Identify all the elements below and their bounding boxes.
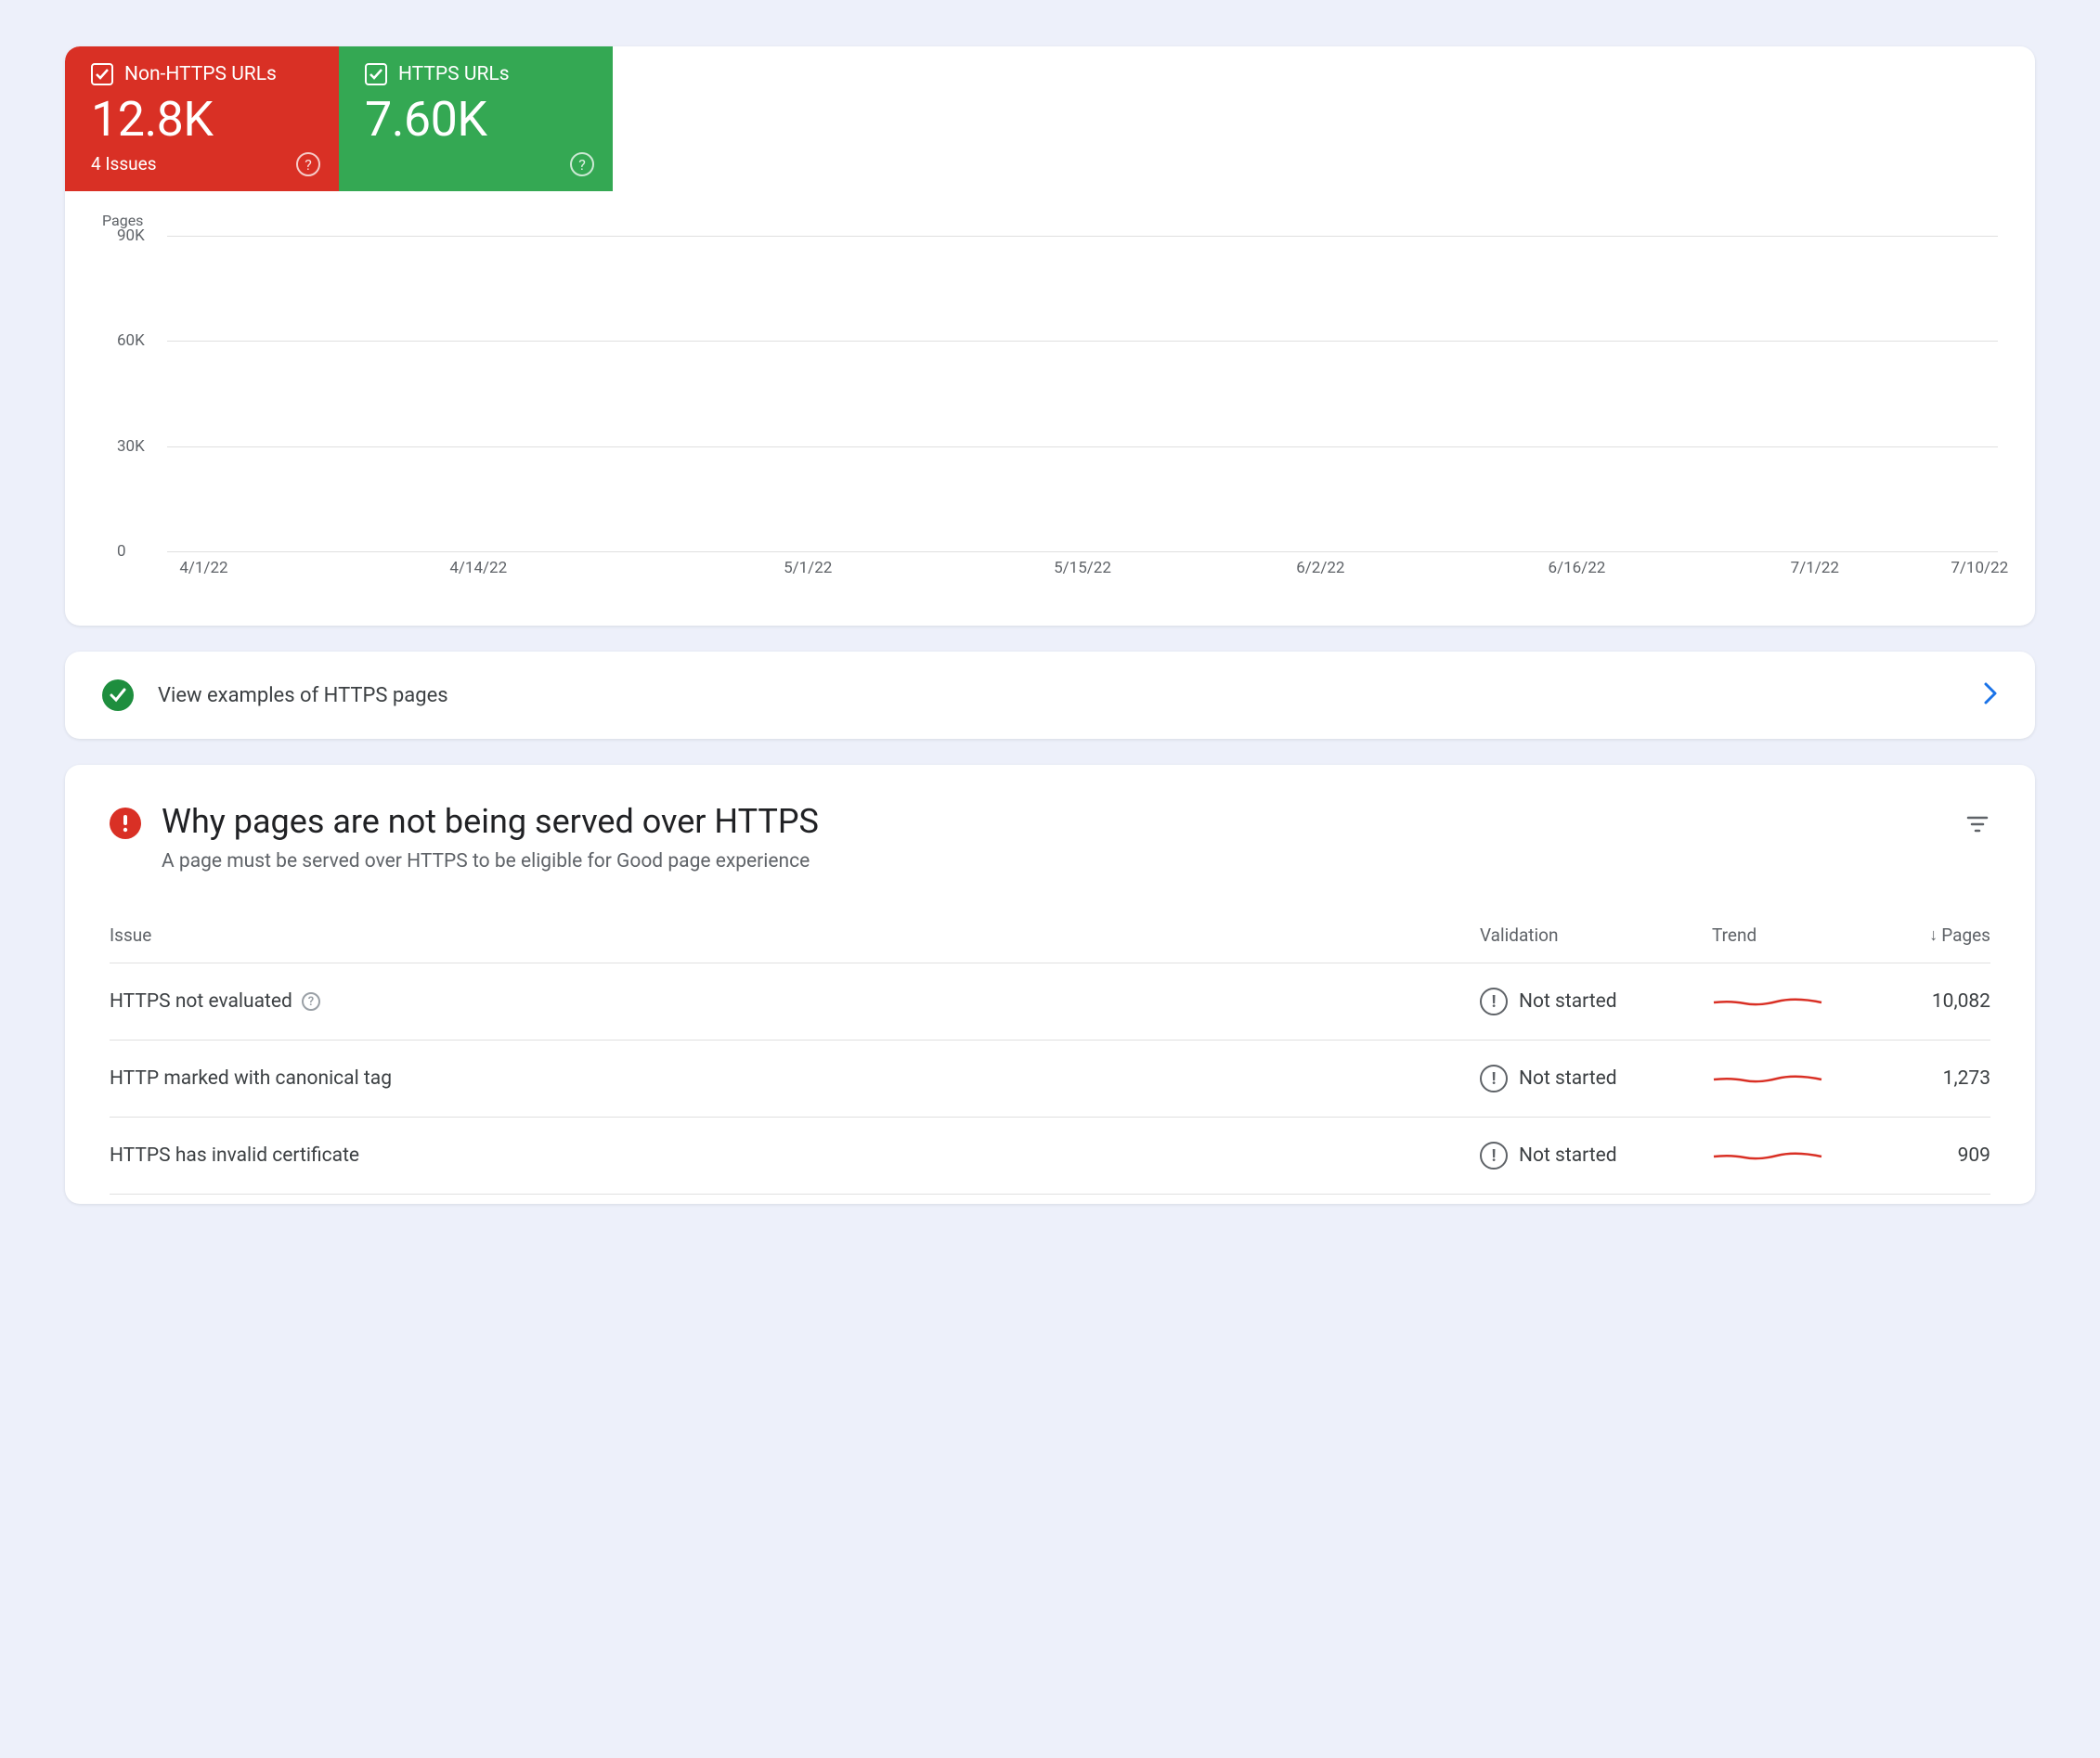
alert-icon	[110, 808, 141, 839]
help-icon[interactable]: ?	[296, 152, 320, 176]
checkbox-icon[interactable]	[365, 63, 387, 85]
col-pages-header[interactable]: ↓ Pages	[1860, 924, 1990, 946]
x-tick-label: 5/15/22	[1054, 559, 1111, 577]
issue-name: HTTPS has invalid certificate	[110, 1144, 359, 1167]
check-circle-icon	[102, 679, 134, 711]
issues-table: Issue Validation Trend ↓ Pages HTTPS not…	[110, 924, 1990, 1195]
table-header: Issue Validation Trend ↓ Pages	[110, 924, 1990, 963]
col-trend-header[interactable]: Trend	[1712, 924, 1860, 946]
checkbox-icon[interactable]	[91, 63, 113, 85]
y-tick-label: 90K	[117, 226, 145, 245]
x-axis-labels: 4/1/22 4/14/22 5/1/22 5/15/22 6/2/22 6/16/22 7…	[167, 559, 1998, 592]
y-tick-label: 30K	[117, 437, 145, 456]
pages-cell: 10,082	[1860, 990, 1990, 1013]
col-validation-header[interactable]: Validation	[1480, 924, 1712, 946]
overview-card: Non-HTTPS URLs 12.8K 4 Issues ? HTTPS UR…	[65, 46, 2035, 626]
trend-cell	[1712, 1068, 1860, 1089]
x-tick-label: 7/1/22	[1791, 559, 1839, 577]
issue-name: HTTPS not evaluated	[110, 990, 292, 1013]
validation-text: Not started	[1519, 1067, 1617, 1090]
trend-cell	[1712, 991, 1860, 1012]
trend-cell	[1712, 1145, 1860, 1166]
https-label: HTTPS URLs	[398, 63, 510, 85]
pages-cell: 909	[1860, 1144, 1990, 1167]
x-tick-label: 5/1/22	[784, 559, 832, 577]
x-tick-label: 7/10/22	[1951, 559, 2008, 577]
x-tick-label: 4/1/22	[179, 559, 227, 577]
help-icon[interactable]: ?	[570, 152, 594, 176]
y-tick-label: 0	[117, 542, 126, 561]
issue-cell: HTTPS not evaluated?	[110, 990, 1480, 1013]
issue-name: HTTP marked with canonical tag	[110, 1067, 392, 1090]
non-https-label: Non-HTTPS URLs	[124, 63, 277, 85]
pages-cell: 1,273	[1860, 1067, 1990, 1090]
x-tick-label: 6/2/22	[1296, 559, 1344, 577]
x-tick-label: 4/14/22	[449, 559, 507, 577]
validation-cell: ! Not started	[1480, 1065, 1712, 1092]
validation-cell: ! Not started	[1480, 988, 1712, 1015]
chevron-right-icon	[1983, 681, 1998, 709]
sort-descending-icon: ↓	[1929, 925, 1938, 945]
view-examples-text: View examples of HTTPS pages	[158, 684, 448, 707]
issues-card: Why pages are not being served over HTTP…	[65, 765, 2035, 1204]
trend-sparkline-icon	[1712, 1068, 1823, 1089]
table-row[interactable]: HTTPS not evaluated?! Not started 10,082	[110, 963, 1990, 1041]
summary-row: Non-HTTPS URLs 12.8K 4 Issues ? HTTPS UR…	[65, 46, 2035, 191]
x-tick-label: 6/16/22	[1549, 559, 1606, 577]
non-https-value: 12.8K	[91, 91, 309, 148]
https-value: 7.60K	[365, 91, 583, 148]
col-issue-header[interactable]: Issue	[110, 924, 1480, 946]
gridline	[167, 551, 1998, 552]
issue-cell: HTTP marked with canonical tag	[110, 1067, 1480, 1090]
not-started-icon: !	[1480, 1142, 1508, 1170]
chart-area: Pages 030K60K90K	[167, 236, 1998, 551]
view-examples-row[interactable]: View examples of HTTPS pages	[65, 652, 2035, 739]
trend-sparkline-icon	[1712, 991, 1823, 1012]
non-https-summary-card[interactable]: Non-HTTPS URLs 12.8K 4 Issues ?	[65, 46, 339, 191]
filter-icon[interactable]	[1964, 811, 1990, 841]
table-row[interactable]: HTTPS has invalid certificate! Not starte…	[110, 1118, 1990, 1195]
help-icon[interactable]: ?	[302, 992, 320, 1011]
validation-text: Not started	[1519, 1144, 1617, 1167]
chart-container: Pages 030K60K90K 4/1/22 4/14/22 5/1/22 5/15…	[65, 191, 2035, 626]
non-https-issues: 4 Issues	[91, 153, 309, 175]
trend-sparkline-icon	[1712, 1145, 1823, 1166]
not-started-icon: !	[1480, 988, 1508, 1015]
validation-cell: ! Not started	[1480, 1142, 1712, 1170]
issues-subtitle: A page must be served over HTTPS to be e…	[162, 850, 1944, 873]
not-started-icon: !	[1480, 1065, 1508, 1092]
table-row[interactable]: HTTP marked with canonical tag! Not start…	[110, 1041, 1990, 1118]
chart-bars	[167, 236, 1998, 551]
issue-cell: HTTPS has invalid certificate	[110, 1144, 1480, 1167]
https-summary-card[interactable]: HTTPS URLs 7.60K ?	[339, 46, 613, 191]
y-tick-label: 60K	[117, 331, 145, 350]
validation-text: Not started	[1519, 990, 1617, 1013]
issues-title: Why pages are not being served over HTTP…	[162, 802, 1944, 841]
